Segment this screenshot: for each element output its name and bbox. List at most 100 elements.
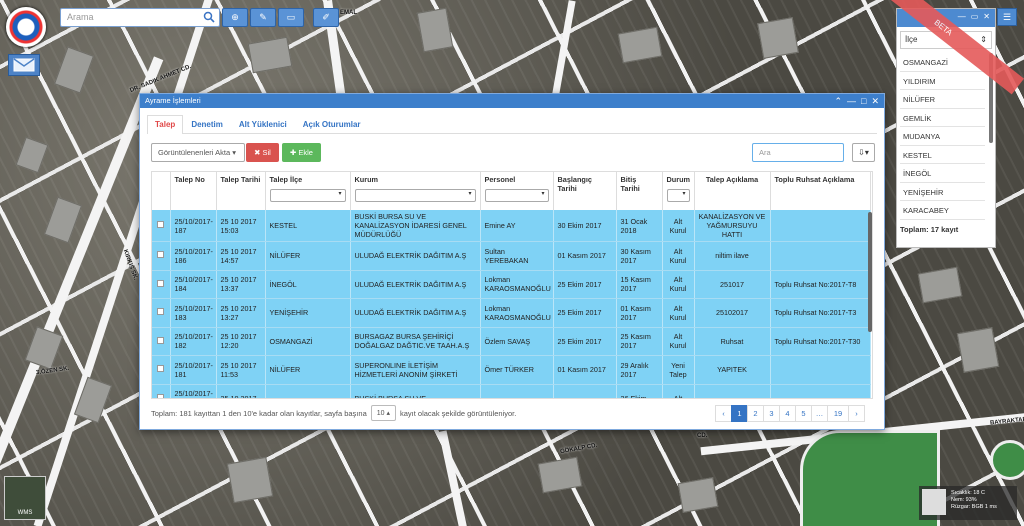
col-header[interactable]: Talep No xyxy=(170,172,217,210)
table-cell: Toplu Ruhsat No:2017-T30 xyxy=(770,327,871,356)
column-filter-select[interactable]: ▾ xyxy=(666,189,690,202)
col-header[interactable]: Bitiş Tarihi xyxy=(616,172,663,210)
row-checkbox[interactable] xyxy=(157,336,165,344)
table-cell: 25 Ekim 2017 xyxy=(553,327,617,356)
col-header[interactable]: Talep İlçe ▾ xyxy=(265,172,351,210)
col-header[interactable]: Talep Tarihi xyxy=(216,172,266,210)
excavation-dialog: Ayrame İşlemleri ⌃ — □ ✕ Talep Denetim A… xyxy=(139,93,885,430)
export-visible-dropdown[interactable]: Görüntülenenleri Akta ▾ xyxy=(151,143,245,162)
table-cell: ULUDAĞ ELEKTRİK DAĞITIM A.Ş xyxy=(350,241,481,271)
close-icon[interactable]: ✕ xyxy=(983,12,990,24)
grid-toolbar: Görüntülenenleri Akta ▾ ✖ Sil ✚ Ekle Ara… xyxy=(151,143,875,163)
page-1[interactable]: 1 xyxy=(731,405,748,422)
minimap-button[interactable]: WMS xyxy=(4,476,46,520)
layers-button[interactable]: ▭ xyxy=(278,8,304,27)
district-item[interactable]: YILDIRIM xyxy=(900,72,985,90)
col-header[interactable]: Toplu Ruhsat Açıklama xyxy=(770,172,871,210)
row-checkbox[interactable] xyxy=(157,279,165,287)
table-cell: 25 10 2017 15:03 xyxy=(216,210,266,242)
grid-search-input[interactable]: Ara xyxy=(752,143,844,162)
district-item[interactable]: MUDANYA xyxy=(900,127,985,146)
table-cell: BURSAGAZ BURSA ŞEHİRİÇİ DOĞALGAZ DAĞTIC.… xyxy=(350,327,481,356)
table-cell: SUPERONLINE İLETİŞİM HİZMETLERİ ANONİM Ş… xyxy=(350,355,481,385)
district-item[interactable]: İNEGÖL xyxy=(900,164,985,183)
district-item[interactable]: NİLÜFER xyxy=(900,90,985,109)
column-filter-select[interactable]: ▾ xyxy=(354,189,476,202)
table-cell: YENİŞEHİR xyxy=(265,298,351,328)
col-header[interactable]: Personel ▾ xyxy=(480,172,554,210)
table-cell: Alt Kurul xyxy=(662,298,695,328)
table-row[interactable]: 25/10/2017-181 25 10 2017 11:53 NİLÜFER SUP… xyxy=(152,355,871,385)
row-checkbox[interactable] xyxy=(157,221,165,228)
table-row[interactable]: 25/10/2017-183 25 10 2017 13:27 YENİŞEHİR U… xyxy=(152,298,871,328)
table-row[interactable]: 25/10/2017-187 25 10 2017 15:03 KESTEL BUSK… xyxy=(152,210,871,242)
table-cell: 25/10/2017-184 xyxy=(170,270,217,299)
table-cell: Alt Kurul xyxy=(662,327,695,356)
column-filter-select[interactable]: ▾ xyxy=(484,189,549,202)
table-row[interactable]: 25/10/2017-18025 10 2017 BUSKİ BURSA SU V… xyxy=(152,384,871,398)
draw-button[interactable]: ✎ xyxy=(250,8,276,27)
dialog-title: Ayrame İşlemleri xyxy=(145,96,201,105)
search-input[interactable]: Arama xyxy=(60,8,220,27)
page-2[interactable]: 2 xyxy=(747,405,764,422)
table-row[interactable]: 25/10/2017-184 25 10 2017 13:37 İNEGÖL ULUD… xyxy=(152,270,871,299)
row-checkbox[interactable] xyxy=(157,393,165,398)
page-3[interactable]: 3 xyxy=(763,405,780,422)
minimize-icon[interactable]: — xyxy=(847,96,856,106)
row-checkbox-cell xyxy=(152,327,171,356)
dialog-tabs: Talep Denetim Alt Yüklenici Açık Oturuml… xyxy=(147,115,877,134)
minimize-icon[interactable]: — xyxy=(958,12,966,24)
row-checkbox[interactable] xyxy=(157,365,165,373)
col-header-label: Talep İlçe xyxy=(269,175,303,184)
page-19[interactable]: 19 xyxy=(827,405,849,422)
collapse-icon[interactable]: ⌃ xyxy=(834,96,842,106)
map-street-label: CD. xyxy=(697,433,708,439)
table-cell: Özlem SAVAŞ xyxy=(480,327,554,356)
table-cell xyxy=(694,384,771,398)
tab-denetim[interactable]: Denetim xyxy=(183,115,231,133)
page-size-select[interactable]: 10 ▴ xyxy=(370,405,396,421)
tab-acik-oturumlar[interactable]: Açık Oturumlar xyxy=(295,115,369,133)
district-item[interactable]: KARACABEY xyxy=(900,201,985,220)
district-select-label: İlçe xyxy=(905,35,918,44)
search-icon xyxy=(203,11,215,23)
page-prev[interactable]: ‹ xyxy=(715,405,732,422)
footer-info-2: kayıt olacak şekilde görüntüleniyor. xyxy=(400,408,517,418)
tab-talep[interactable]: Talep xyxy=(147,115,184,134)
table-cell: 25102017 xyxy=(694,298,771,328)
table-cell xyxy=(265,384,351,398)
row-checkbox[interactable] xyxy=(157,308,165,316)
municipality-logo[interactable] xyxy=(6,7,46,47)
col-header[interactable]: Talep Açıklama xyxy=(694,172,771,210)
restore-icon[interactable]: ▭ xyxy=(971,12,979,24)
close-icon[interactable]: ✕ xyxy=(871,96,879,106)
col-header[interactable]: Durum ▾ xyxy=(662,172,695,210)
row-checkbox[interactable] xyxy=(157,251,165,259)
export-button[interactable]: ⇩▾ xyxy=(852,143,875,162)
tab-alt-yuklenici[interactable]: Alt Yüklenici xyxy=(231,115,295,133)
dialog-titlebar[interactable]: Ayrame İşlemleri ⌃ — □ ✕ xyxy=(140,94,884,108)
table-row[interactable]: 25/10/2017-182 25 10 2017 12:20 OSMANGAZİ B… xyxy=(152,327,871,356)
measure-button[interactable]: ✐ xyxy=(313,8,339,27)
page-5[interactable]: 5 xyxy=(795,405,812,422)
district-item[interactable]: YENİŞEHİR xyxy=(900,183,985,201)
panel-toggle-button[interactable]: ☰ xyxy=(997,8,1017,26)
maximize-icon[interactable]: □ xyxy=(861,96,866,106)
table-scrollbar[interactable] xyxy=(868,212,872,332)
district-item[interactable]: KESTEL xyxy=(900,146,985,164)
mail-button[interactable] xyxy=(8,54,40,76)
district-item[interactable]: GEMLİK xyxy=(900,109,985,127)
column-filter-select[interactable]: ▾ xyxy=(269,189,346,202)
table-row[interactable]: 25/10/2017-186 25 10 2017 14:57 NİLÜFER ULU… xyxy=(152,241,871,271)
page-next[interactable]: › xyxy=(848,405,865,422)
col-header[interactable]: Başlangıç Tarihi xyxy=(553,172,617,210)
page-4[interactable]: 4 xyxy=(779,405,796,422)
col-header[interactable]: Kurum ▾ xyxy=(350,172,481,210)
table-footer: Toplam: 181 kayıttan 1 den 10'e kadar ol… xyxy=(151,405,516,421)
table-cell: 25 10 2017 xyxy=(216,384,266,398)
zoom-extent-button[interactable]: ⊕ xyxy=(222,8,248,27)
add-button[interactable]: ✚ Ekle xyxy=(282,143,321,162)
delete-button[interactable]: ✖ Sil xyxy=(246,143,279,162)
table-cell xyxy=(480,384,554,398)
pencil-icon: ✎ xyxy=(259,12,267,22)
